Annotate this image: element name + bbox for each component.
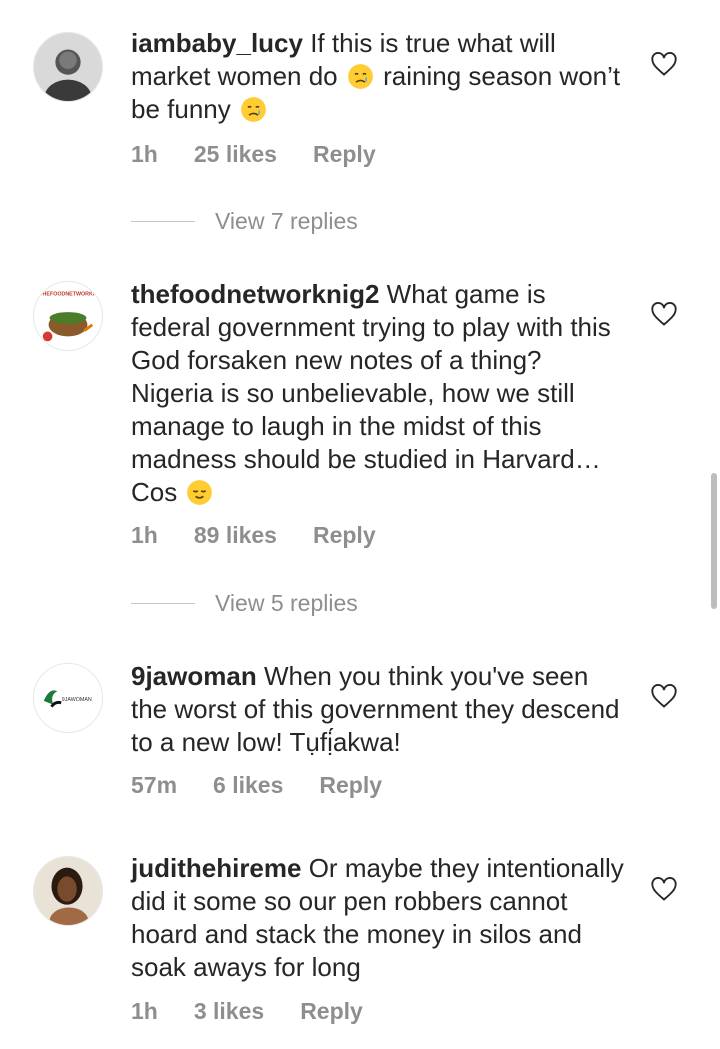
relieved-face-icon xyxy=(186,479,213,506)
avatar-label: THEFOODNETWORKN xyxy=(39,292,97,298)
avatar-label: 9JAWOMAN xyxy=(62,697,92,703)
avatar[interactable]: THEFOODNETWORKN xyxy=(33,281,103,351)
comment-text: thefoodnetworknig2 What game is federal … xyxy=(131,278,631,509)
timestamp: 1h xyxy=(131,998,158,1024)
like-heart-icon[interactable] xyxy=(650,876,678,902)
username[interactable]: 9jawoman xyxy=(131,661,257,691)
like-count[interactable]: 25 likes xyxy=(194,141,277,167)
crying-face-icon xyxy=(347,63,374,90)
like-heart-icon[interactable] xyxy=(650,301,678,327)
avatar[interactable] xyxy=(33,856,103,926)
timestamp: 1h xyxy=(131,522,158,548)
comment-meta: 1h 89 likes Reply xyxy=(131,522,412,549)
crying-face-icon xyxy=(240,96,267,123)
comment-text: iambaby_lucy If this is true what will m… xyxy=(131,27,631,126)
view-replies-button[interactable]: View 5 replies xyxy=(131,590,358,617)
divider xyxy=(131,221,195,222)
comment-text: judithehireme Or maybe they intentionall… xyxy=(131,852,631,984)
username[interactable]: thefoodnetworknig2 xyxy=(131,279,379,309)
timestamp: 57m xyxy=(131,772,178,798)
comment-text: 9jawoman When you think you've seen the … xyxy=(131,660,631,759)
avatar[interactable]: 9JAWOMAN xyxy=(33,663,103,733)
like-count[interactable]: 6 likes xyxy=(213,772,283,798)
reply-button[interactable]: Reply xyxy=(313,522,376,548)
comment-meta: 1h 25 likes Reply xyxy=(131,141,412,168)
username[interactable]: iambaby_lucy xyxy=(131,28,303,58)
like-count[interactable]: 89 likes xyxy=(194,522,277,548)
reply-button[interactable]: Reply xyxy=(300,998,363,1024)
username[interactable]: judithehireme xyxy=(131,853,301,883)
timestamp: 1h xyxy=(131,141,158,167)
avatar[interactable] xyxy=(33,32,103,102)
reply-button[interactable]: Reply xyxy=(313,141,376,167)
view-replies-label: View 5 replies xyxy=(215,590,358,616)
view-replies-button[interactable]: View 7 replies xyxy=(131,208,358,235)
comment-meta: 1h 3 likes Reply xyxy=(131,998,399,1025)
like-heart-icon[interactable] xyxy=(650,51,678,77)
comment-meta: 57m 6 likes Reply xyxy=(131,772,418,799)
view-replies-label: View 7 replies xyxy=(215,208,358,234)
like-heart-icon[interactable] xyxy=(650,683,678,709)
scrollbar[interactable] xyxy=(711,473,717,609)
divider xyxy=(131,603,195,604)
reply-button[interactable]: Reply xyxy=(319,772,382,798)
comment-body: What game is federal government trying t… xyxy=(131,279,611,507)
like-count[interactable]: 3 likes xyxy=(194,998,264,1024)
